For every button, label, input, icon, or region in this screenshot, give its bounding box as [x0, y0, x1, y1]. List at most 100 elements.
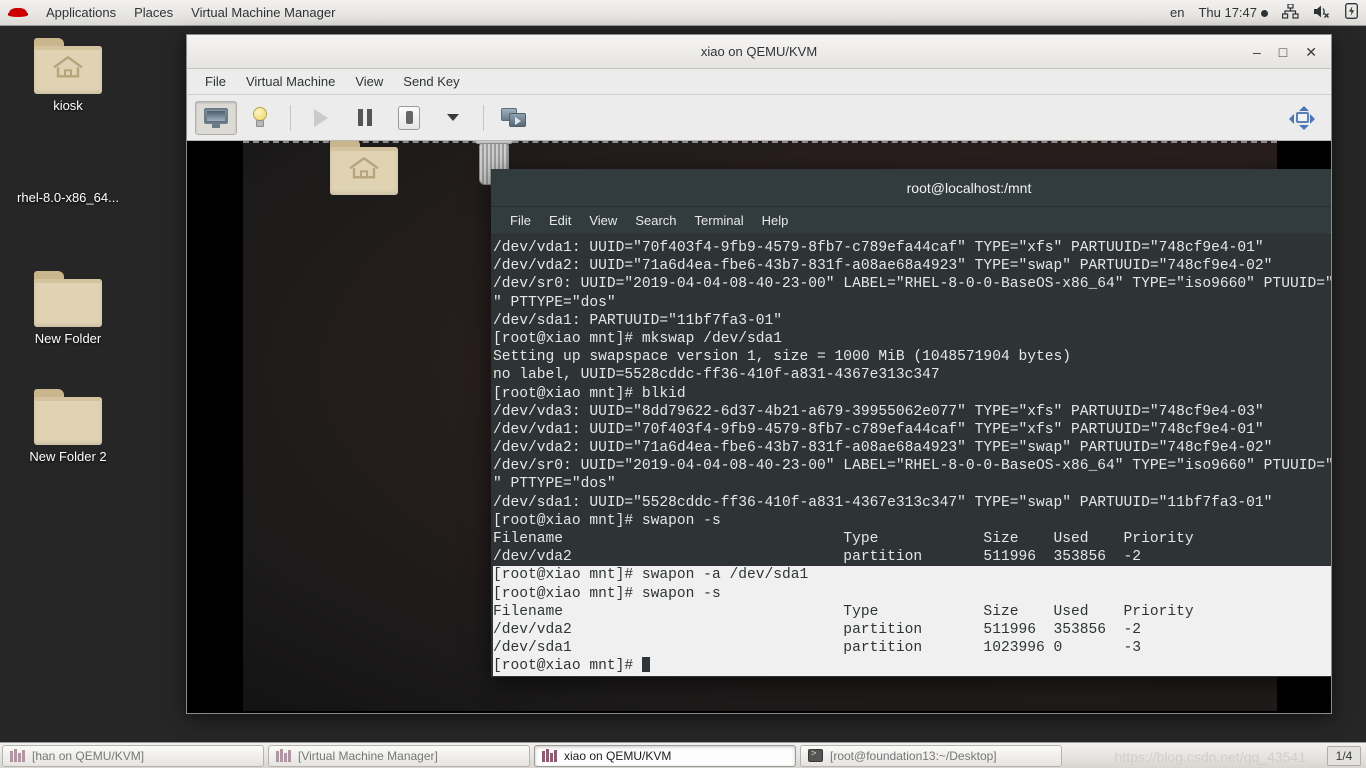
top-panel-status-area: en Thu 17:47: [1170, 2, 1366, 22]
terminal-line: /dev/vda2 partition 511996 353856 -2: [493, 620, 1331, 640]
shutdown-icon: [398, 105, 420, 130]
terminal-line: /dev/sr0: UUID="2019-04-04-08-40-23-00" …: [493, 458, 1331, 475]
notification-dot-icon: [1261, 10, 1268, 18]
taskbar-item-label: [Virtual Machine Manager]: [298, 748, 438, 763]
watermark: https://blog.csdn.net/qq_43541: [1114, 749, 1306, 765]
vm-window-titlebar[interactable]: xiao on QEMU/KVM – □ ✕: [187, 35, 1331, 69]
menu-places[interactable]: Places: [134, 5, 173, 20]
taskbar-item-label: [han on QEMU/KVM]: [32, 748, 145, 763]
terminal-icon: [808, 749, 823, 762]
home-folder-icon: [34, 38, 102, 94]
terminal-menu-view[interactable]: View: [580, 211, 626, 230]
taskbar-item-label: [root@foundation13:~/Desktop]: [830, 748, 997, 763]
desktop-icon-new-folder-2[interactable]: New Folder 2: [0, 389, 136, 464]
terminal-line: " PTTYPE="dos": [493, 476, 616, 493]
top-panel-menus: Applications Places Virtual Machine Mana…: [0, 5, 335, 21]
keyboard-layout-indicator[interactable]: en: [1170, 5, 1184, 20]
home-glyph-icon: [349, 156, 379, 179]
taskbar-item-label: xiao on QEMU/KVM: [564, 748, 672, 763]
terminal-menu-help[interactable]: Help: [753, 211, 798, 230]
terminal-line: " PTTYPE="dos": [493, 294, 616, 311]
terminal-window[interactable]: root@localhost:/mnt – □ ✕ File Edit View…: [491, 169, 1331, 677]
toolbar-separator: [290, 104, 291, 131]
network-icon[interactable]: [1282, 2, 1299, 22]
guest-display-area[interactable]: root@localhost:/mnt – □ ✕ File Edit View…: [187, 141, 1331, 713]
taskbar-item-han-qemu-kvm[interactable]: [han on QEMU/KVM]: [2, 744, 264, 767]
vm-maximize-button[interactable]: □: [1279, 45, 1287, 59]
shutdown-button[interactable]: [388, 101, 430, 135]
terminal-line: [root@xiao mnt]#: [493, 657, 1331, 676]
taskbar-item-xiao-qemu-kvm[interactable]: xiao on QEMU/KVM: [534, 744, 796, 767]
terminal-line: Setting up swapspace version 1, size = 1…: [493, 349, 1072, 366]
terminal-line: no label, UUID=5528cddc-ff36-410f-a831-4…: [493, 367, 940, 384]
dual-screen-icon: [501, 107, 527, 128]
terminal-cursor: [641, 657, 650, 673]
terminal-line: /dev/vda3: UUID="8dd79622-6d37-4b21-a679…: [493, 403, 1264, 420]
home-folder-icon: [330, 141, 398, 195]
desktop-icon-kiosk[interactable]: kiosk: [0, 38, 136, 113]
workspace-switcher[interactable]: 1/4: [1327, 745, 1361, 766]
home-glyph-icon: [53, 55, 83, 78]
guest-screen[interactable]: root@localhost:/mnt – □ ✕ File Edit View…: [243, 141, 1331, 711]
virt-manager-icon: [10, 749, 25, 762]
desktop-icon-label: kiosk: [53, 98, 83, 113]
play-icon: [314, 108, 328, 127]
vm-menu-send-key[interactable]: Send Key: [393, 71, 469, 92]
terminal-menu-search[interactable]: Search: [626, 211, 685, 230]
terminal-menu-edit[interactable]: Edit: [540, 211, 580, 230]
terminal-titlebar[interactable]: root@localhost:/mnt – □ ✕: [491, 169, 1331, 207]
toolbar-separator: [483, 104, 484, 131]
guest-desktop-icon-home[interactable]: [309, 141, 419, 195]
menu-virtual-machine-manager[interactable]: Virtual Machine Manager: [191, 5, 335, 20]
terminal-line: /dev/vda2 partition 511996 353856 -2: [493, 549, 1142, 566]
volume-muted-icon[interactable]: [1313, 4, 1331, 22]
terminal-line: /dev/vda2: UUID="71a6d4ea-fbe6-43b7-831f…: [493, 258, 1273, 275]
run-button[interactable]: [300, 101, 342, 135]
lightbulb-icon: [251, 106, 269, 129]
redhat-logo-icon[interactable]: [8, 5, 28, 21]
desktop-icon-label: New Folder 2: [29, 449, 107, 464]
resize-to-vm-button[interactable]: [1281, 101, 1323, 135]
taskbar-item-root-foundation13-desktop[interactable]: [root@foundation13:~/Desktop]: [800, 744, 1062, 767]
clock[interactable]: Thu 17:47: [1198, 5, 1268, 20]
vm-console-window[interactable]: xiao on QEMU/KVM – □ ✕ File Virtual Mach…: [186, 34, 1332, 714]
terminal-output[interactable]: /dev/vda1: UUID="70f403f4-9fb9-4579-8fb7…: [491, 235, 1331, 677]
fullscreen-toggle-button[interactable]: [493, 101, 535, 135]
monitor-icon: [204, 107, 228, 128]
taskbar-item-virtual-machine-manager[interactable]: [Virtual Machine Manager]: [268, 744, 530, 767]
terminal-line: Filename Type Size Used Priority: [493, 531, 1194, 547]
taskbar: [han on QEMU/KVM] [Virtual Machine Manag…: [0, 742, 1366, 768]
terminal-line: Filename Type Size Used Priority: [493, 602, 1331, 621]
vm-menu-virtual-machine[interactable]: Virtual Machine: [236, 71, 345, 92]
vm-close-button[interactable]: ✕: [1305, 45, 1317, 59]
terminal-line: /dev/vda2: UUID="71a6d4ea-fbe6-43b7-831f…: [493, 440, 1273, 457]
virt-manager-icon: [542, 749, 557, 762]
desktop-icon-rhel-iso[interactable]: rhel-8.0-x86_64...: [0, 186, 136, 205]
vm-menu-file[interactable]: File: [195, 71, 236, 92]
vm-menubar: File Virtual Machine View Send Key: [187, 69, 1331, 95]
resize-arrows-icon: [1289, 105, 1315, 130]
terminal-body[interactable]: /dev/vda1: UUID="70f403f4-9fb9-4579-8fb7…: [491, 235, 1331, 677]
vm-menu-view[interactable]: View: [345, 71, 393, 92]
vm-window-title: xiao on QEMU/KVM: [700, 44, 818, 59]
virt-manager-icon: [276, 749, 291, 762]
gnome-top-panel: Applications Places Virtual Machine Mana…: [0, 0, 1366, 26]
terminal-line: /dev/sda1: UUID="5528cddc-ff36-410f-a831…: [493, 494, 1273, 511]
clock-label: Thu 17:47: [1198, 5, 1257, 20]
pause-button[interactable]: [344, 101, 386, 135]
menu-applications[interactable]: Applications: [46, 5, 116, 20]
desktop-icon-new-folder[interactable]: New Folder: [0, 271, 136, 346]
shutdown-menu-button[interactable]: [432, 101, 474, 135]
show-graphical-console-button[interactable]: [195, 100, 237, 135]
terminal-menu-terminal[interactable]: Terminal: [686, 211, 753, 230]
terminal-line: /dev/vda1: UUID="70f403f4-9fb9-4579-8fb7…: [493, 421, 1264, 438]
chevron-down-icon: [447, 114, 459, 121]
desktop-icon-label: rhel-8.0-x86_64...: [17, 190, 119, 205]
show-virtual-hardware-details-button[interactable]: [239, 101, 281, 135]
terminal-line: /dev/sda1: PARTUUID="11bf7fa3-01": [493, 312, 783, 329]
terminal-line: [root@xiao mnt]# blkid: [493, 385, 686, 402]
vm-minimize-button[interactable]: –: [1253, 45, 1261, 59]
terminal-menu-file[interactable]: File: [501, 211, 540, 230]
folder-icon: [34, 389, 102, 445]
battery-icon[interactable]: [1345, 3, 1358, 22]
